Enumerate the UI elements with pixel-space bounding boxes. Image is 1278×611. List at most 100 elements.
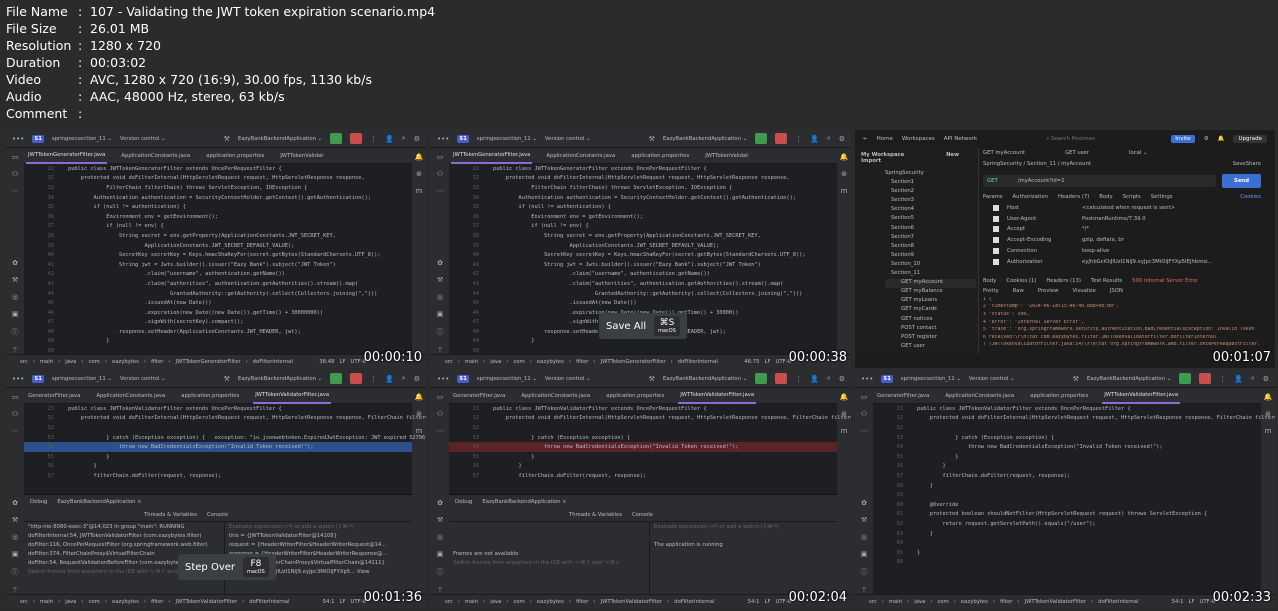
view-option[interactable]: JSON xyxy=(1110,288,1123,294)
project-selector[interactable]: springsecsection_11 ⌄ xyxy=(901,376,961,382)
debug-tab[interactable]: Threads & Variables xyxy=(144,512,197,518)
run-config-selector[interactable]: EazyBankBackendApplication ⌄ xyxy=(663,376,747,382)
problems-icon[interactable]: ⓘ xyxy=(437,327,444,337)
stop-button[interactable] xyxy=(350,373,363,384)
project-selector[interactable]: springsecsection_11 ⌄ xyxy=(477,136,537,142)
menu-icon[interactable]: ••• xyxy=(12,375,24,383)
build-icon[interactable]: ⚒ xyxy=(12,276,18,284)
view-option[interactable]: Pretty xyxy=(983,288,999,294)
view-option[interactable]: Raw xyxy=(1013,288,1024,294)
debug-tab[interactable]: Console xyxy=(632,512,653,518)
build-icon[interactable]: ⚒ xyxy=(649,375,655,383)
structure-icon[interactable]: ⚇ xyxy=(437,410,443,418)
request-subtab[interactable]: Scripts xyxy=(1123,194,1141,200)
breadcrumb-item[interactable]: src xyxy=(445,599,453,605)
video-thumbnail[interactable]: ••• S1 springsecsection_11 ⌄ Version contro… xyxy=(431,130,851,368)
breadcrumb-item[interactable]: java xyxy=(65,599,76,605)
line-separator[interactable]: LF xyxy=(340,599,346,605)
gear-icon[interactable]: ⚙ xyxy=(414,375,420,383)
stack-frame[interactable] xyxy=(453,533,645,542)
bell-icon[interactable]: 🔔 xyxy=(1218,136,1225,142)
maven-icon[interactable]: m xyxy=(416,187,423,195)
services-icon[interactable]: ◎ xyxy=(12,293,18,301)
send-button[interactable]: Send xyxy=(1222,173,1261,188)
cookies-link[interactable]: Cookies xyxy=(1240,194,1261,200)
debug-button[interactable] xyxy=(1179,373,1192,384)
breadcrumb-item[interactable]: java xyxy=(490,599,501,605)
maven-icon[interactable]: m xyxy=(841,187,848,195)
tree-item[interactable]: GET myLoans xyxy=(885,297,976,306)
method-selector[interactable]: GET xyxy=(987,178,998,184)
tree-item[interactable]: Section2 xyxy=(885,188,976,197)
cursor-position[interactable]: 54:1 xyxy=(1172,599,1184,605)
video-thumbnail[interactable]: ••• S1 springsecsection_11 ⌄ Version contro… xyxy=(6,370,426,608)
folder-icon[interactable]: ▭ xyxy=(861,393,868,401)
header-key[interactable]: Accept xyxy=(1007,226,1082,232)
editor-tab[interactable]: application.properties xyxy=(1028,389,1090,403)
stop-button[interactable] xyxy=(775,373,788,384)
tree-item[interactable]: Section_10 xyxy=(885,261,976,270)
editor-tab[interactable]: application.properties xyxy=(179,389,241,403)
vcs-selector[interactable]: Version control ⌄ xyxy=(545,136,591,142)
header-checkbox[interactable] xyxy=(993,215,999,222)
breadcrumb-item[interactable]: main xyxy=(889,599,902,605)
structure-icon[interactable]: ⚇ xyxy=(861,410,867,418)
header-key[interactable]: Host xyxy=(1007,205,1082,211)
import-button[interactable]: Import xyxy=(861,158,881,164)
editor-tab[interactable]: application.properties xyxy=(204,149,266,163)
video-thumbnail[interactable]: ••• S1 springsecsection_11 ⌄ Version contro… xyxy=(6,130,426,368)
stop-button[interactable] xyxy=(775,133,788,144)
search-icon[interactable]: ⌕ xyxy=(1251,374,1255,383)
line-separator[interactable]: LF xyxy=(765,599,771,605)
variable[interactable] xyxy=(654,533,833,542)
services-icon[interactable]: ◎ xyxy=(437,533,443,541)
editor-tab[interactable]: ApplicationConstants.java xyxy=(544,149,617,163)
debug-config-tab[interactable]: EazyBankBackendApplication × xyxy=(482,499,566,505)
breadcrumb-class[interactable]: JWTTokenValidatorFilter xyxy=(1025,599,1087,605)
run-config-selector[interactable]: EazyBankBackendApplication ⌄ xyxy=(238,376,322,382)
url-input[interactable]: GET/myAccount?id=1 xyxy=(983,174,1217,187)
header-key[interactable]: Accept-Encoding xyxy=(1007,237,1082,243)
breadcrumb-item[interactable]: filter xyxy=(576,359,588,365)
thread-selector[interactable] xyxy=(453,524,645,533)
watch-input[interactable]: Evaluate expression (⏎) or add a watch (… xyxy=(654,524,833,533)
maven-icon[interactable]: m xyxy=(841,427,848,435)
share-button[interactable]: Share xyxy=(1246,161,1261,167)
stack-frame[interactable]: Frames are not available xyxy=(453,551,645,560)
editor-tab[interactable]: JWTTokenValidatorFilter.java xyxy=(1102,388,1181,404)
variable[interactable]: request = {HeaderWriterFilter$HeaderWrit… xyxy=(229,542,408,551)
vcs-selector[interactable]: Version control ⌄ xyxy=(545,376,591,382)
breadcrumb-class[interactable]: JWTTokenGeneratorFilter xyxy=(601,359,666,365)
breadcrumb-item[interactable]: main xyxy=(40,599,53,605)
structure-icon[interactable]: ⚇ xyxy=(12,410,18,418)
notifications-icon[interactable]: 🔔 xyxy=(840,153,849,161)
upgrade-button[interactable]: Upgrade xyxy=(1233,135,1267,143)
debug-button[interactable] xyxy=(755,373,768,384)
stop-button[interactable] xyxy=(1199,373,1212,384)
cursor-position[interactable]: 36:48 xyxy=(319,359,334,365)
notifications-icon[interactable]: 🔔 xyxy=(415,153,424,161)
breadcrumb-item[interactable]: eazybytes xyxy=(537,599,564,605)
breadcrumb-item[interactable]: src xyxy=(445,359,453,365)
header-checkbox[interactable] xyxy=(993,237,999,244)
editor-tab[interactable]: GeneratorFilter.java xyxy=(875,389,931,403)
tree-item[interactable]: Section_11 xyxy=(885,270,976,279)
breadcrumb-item[interactable]: com xyxy=(88,599,99,605)
search-icon[interactable]: ⌕ xyxy=(827,134,831,143)
view-option[interactable]: Visualize xyxy=(1073,288,1096,294)
problems-icon[interactable]: ⓘ xyxy=(437,567,444,577)
editor-tab[interactable]: JWTTokenValidatorFilter.java xyxy=(678,388,757,404)
folder-icon[interactable]: ▭ xyxy=(437,153,444,161)
problems-icon[interactable]: ⓘ xyxy=(12,567,19,577)
user-icon[interactable]: 👤 xyxy=(1234,375,1243,383)
git-icon[interactable]: ᛘ xyxy=(13,346,17,354)
build-icon[interactable]: ⚒ xyxy=(224,135,230,143)
breadcrumb-item[interactable]: com xyxy=(513,359,524,365)
run-config-selector[interactable]: EazyBankBackendApplication ⌄ xyxy=(663,136,747,142)
line-separator[interactable]: LF xyxy=(765,359,771,365)
project-selector[interactable]: springsecsection_11 ⌄ xyxy=(52,376,112,382)
variable[interactable]: this = {JWTTokenValidatorFilter@14108} xyxy=(229,533,408,542)
folder-icon[interactable]: ▭ xyxy=(437,393,444,401)
debug-icon[interactable]: ✿ xyxy=(12,499,18,507)
header-key[interactable]: Authorization xyxy=(1007,259,1082,265)
